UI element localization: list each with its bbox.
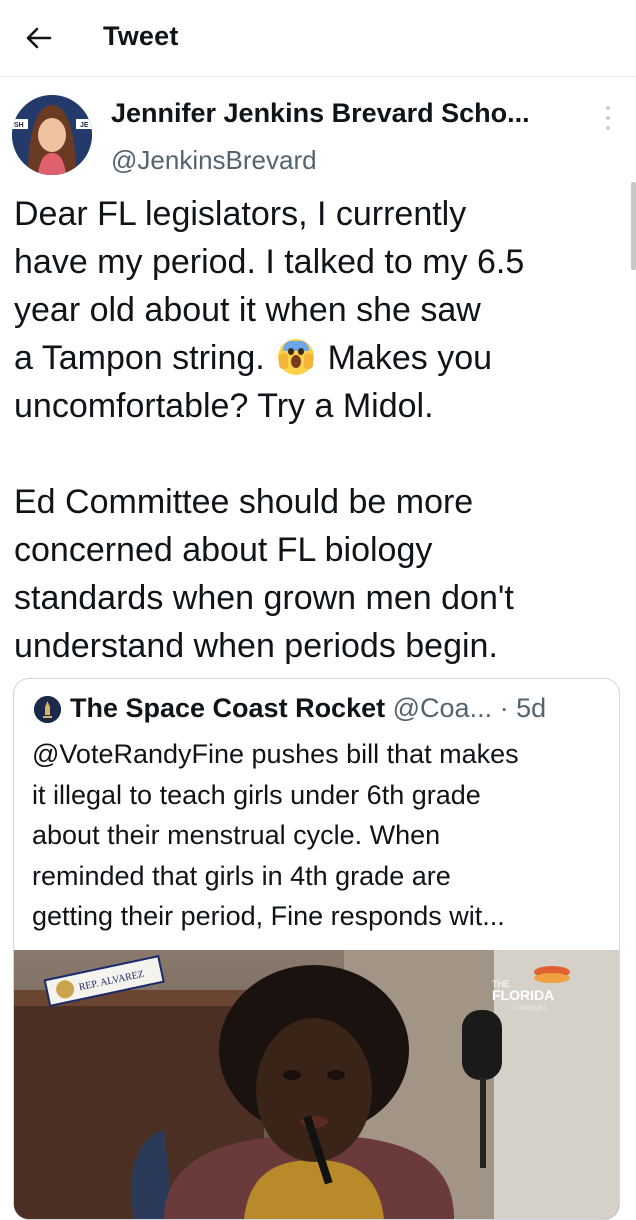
rocket-logo-icon: [34, 696, 61, 723]
author-avatar[interactable]: SH JE: [12, 95, 92, 175]
tweet-line: year old about it when she saw: [14, 291, 481, 329]
quoted-timestamp: · 5d: [499, 693, 547, 723]
page-title: Tweet: [103, 21, 179, 51]
quoted-line: reminded that girls in 4th grade are: [32, 860, 451, 891]
tweet-text: Dear FL legislators, I currently have my…: [14, 190, 614, 670]
quoted-line: it illegal to teach girls under 6th grad…: [32, 779, 481, 810]
tweet-line-with-emoji: a Tampon string. Makes you: [14, 334, 614, 382]
top-bar: Tweet: [0, 0, 636, 77]
face-screaming-in-fear-emoji: [278, 339, 315, 375]
author-handle[interactable]: @JenkinsBrevard: [111, 145, 317, 176]
quoted-tweet[interactable]: The Space Coast Rocket @Coa... · 5d @Vot…: [13, 678, 620, 1220]
quoted-header: The Space Coast Rocket @Coa... · 5d: [70, 693, 546, 724]
quoted-media-image[interactable]: REP. ALVAREZ THE FLORIDA CHANNEL: [14, 950, 619, 1219]
scrollbar[interactable]: [631, 182, 636, 270]
more-options-button[interactable]: [598, 106, 618, 130]
quoted-line: @VoteRandyFine pushes bill that makes: [32, 739, 519, 769]
quoted-author-handle[interactable]: @Coa...: [393, 693, 492, 723]
author-name[interactable]: Jennifer Jenkins Brevard Scho...: [111, 98, 530, 129]
quoted-line: about their menstrual cycle. When: [32, 820, 441, 850]
tweet-line: uncomfortable? Try a Midol.: [14, 387, 434, 425]
channel-sub: CHANNEL: [514, 1005, 548, 1012]
quoted-line: getting their period, Fine responds wit.…: [32, 901, 505, 931]
tweet-line: have my period. I talked to my 6.5: [14, 243, 525, 281]
arrow-left-icon: [26, 27, 52, 49]
quoted-avatar[interactable]: [34, 696, 61, 723]
avatar-badge-right: JE: [80, 122, 89, 129]
dot-icon: [606, 126, 610, 130]
dot-icon: [606, 116, 610, 120]
quoted-author-name[interactable]: The Space Coast Rocket: [70, 693, 385, 723]
quoted-text: @VoteRandyFine pushes bill that makes it…: [32, 734, 612, 937]
tweet-line: concerned about FL biology: [14, 531, 433, 569]
channel-name: FLORIDA: [492, 987, 554, 1003]
tweet-line-segment: Makes you: [327, 339, 493, 377]
tweet-line: standards when grown men don't: [14, 579, 514, 617]
tweet-line: understand when periods begin.: [14, 627, 498, 665]
video-frame: REP. ALVAREZ THE FLORIDA CHANNEL: [14, 950, 619, 1219]
tweet-line: Dear FL legislators, I currently: [14, 195, 467, 233]
dot-icon: [606, 106, 610, 110]
tweet-line: Ed Committee should be more: [14, 483, 474, 521]
avatar-badge-left: SH: [14, 122, 24, 129]
back-button[interactable]: [18, 18, 58, 58]
avatar-image: SH JE: [12, 95, 92, 175]
tweet-line-segment: a Tampon string.: [14, 339, 265, 377]
